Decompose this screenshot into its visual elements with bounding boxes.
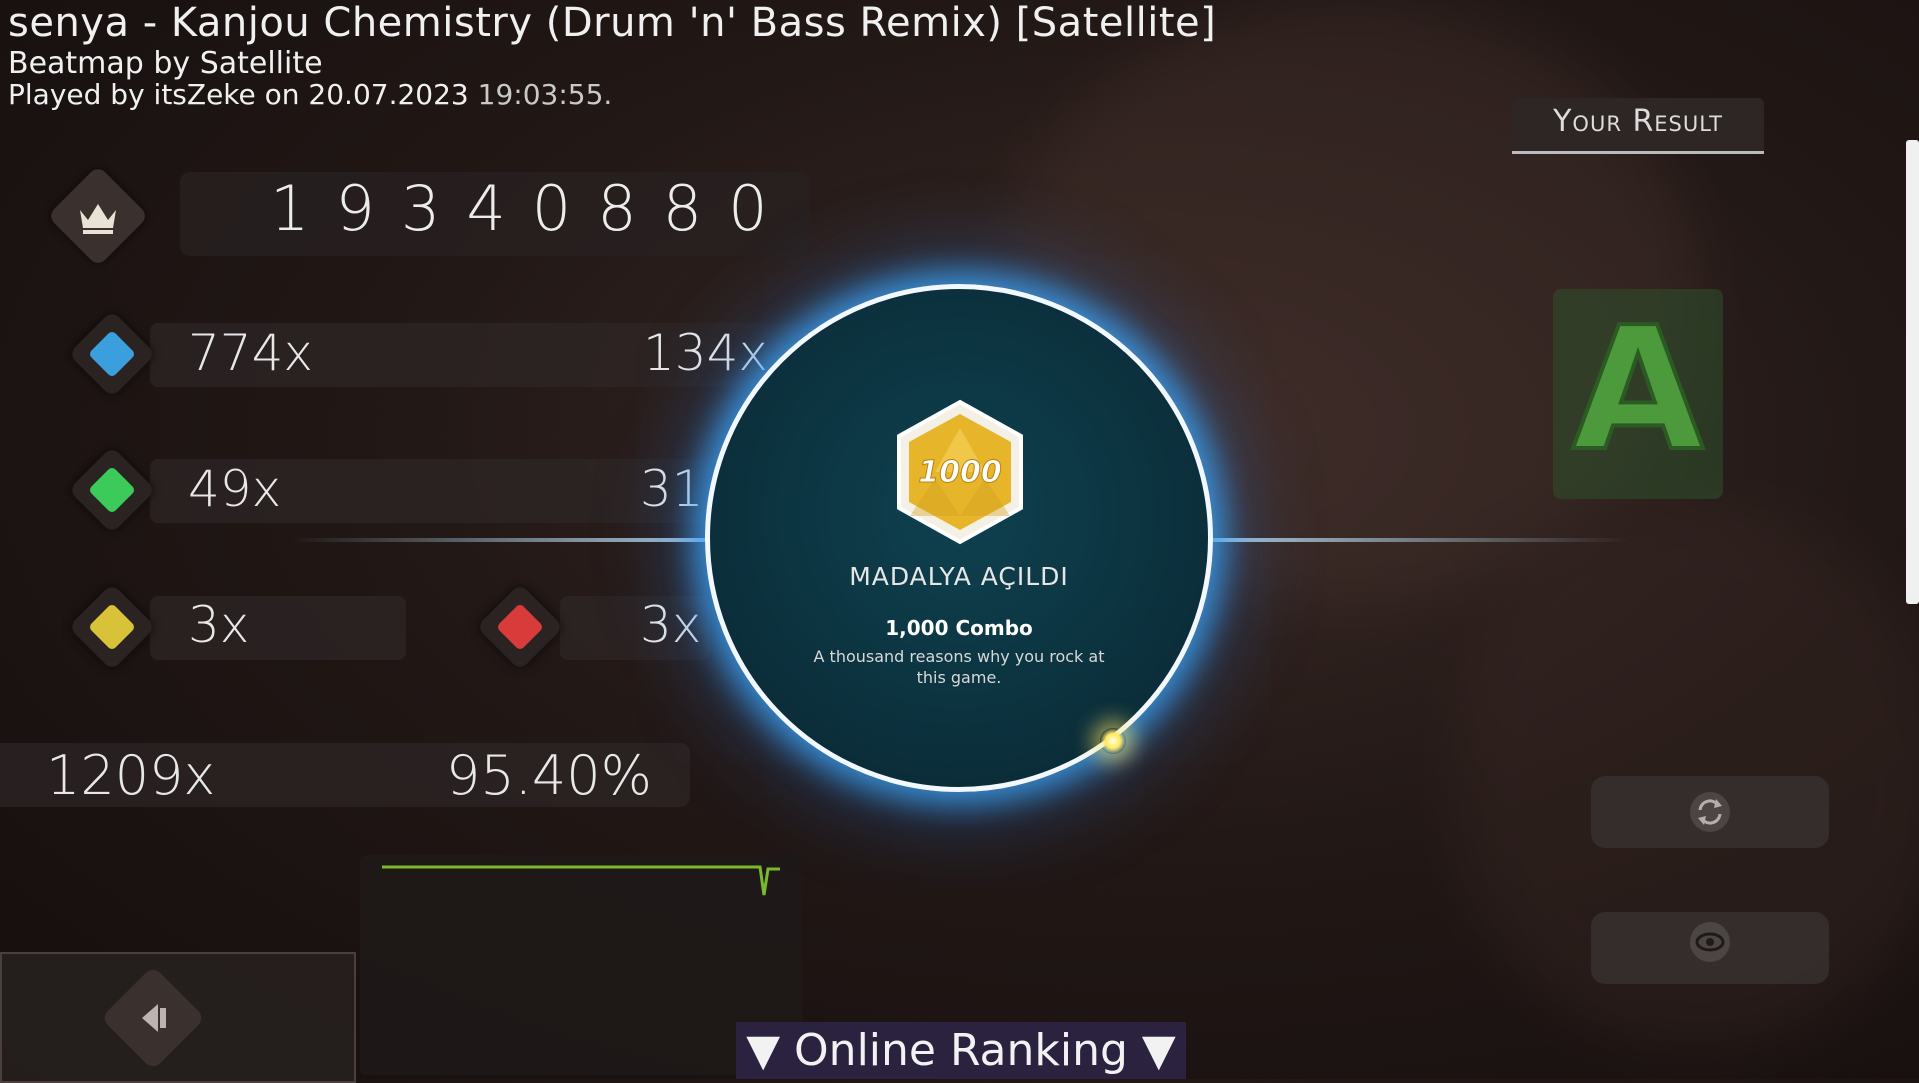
grade-letter: A xyxy=(1570,289,1706,491)
medal-badge-text: 1000 xyxy=(918,455,1002,490)
crown-icon xyxy=(80,204,116,234)
eye-icon[interactable] xyxy=(1688,920,1732,964)
score-value: 19340880 xyxy=(270,172,794,245)
back-arrow-icon[interactable] xyxy=(134,998,174,1038)
good-count: 49x xyxy=(188,460,282,518)
medal-name: 1,000 Combo xyxy=(885,616,1033,640)
medal-description: A thousand reasons why you rock at this … xyxy=(813,647,1105,687)
retry-icon[interactable] xyxy=(1688,790,1732,834)
great-count: 774x xyxy=(188,324,314,382)
beatmap-mapper: Beatmap by Satellite xyxy=(8,46,323,81)
played-time: 19:03:55. xyxy=(477,78,613,111)
medal-icon: 1000 xyxy=(897,399,1023,545)
online-ranking-label: ▼ Online Ranking ▼ xyxy=(746,1025,1176,1076)
max-combo: 1209x xyxy=(46,744,216,807)
accuracy: 95.40% xyxy=(446,744,652,807)
medal-heading: MADALYA AÇILDI xyxy=(849,562,1069,591)
meh-count: 3x xyxy=(188,596,250,654)
your-result-label: Your Result xyxy=(1553,104,1723,139)
played-info: Played by itsZeke on 20.07.2023 19:03:55… xyxy=(8,78,612,111)
scrollbar[interactable] xyxy=(1906,140,1919,604)
geki-count: 134x xyxy=(643,324,769,382)
miss-count: 3x xyxy=(640,596,702,654)
katu-count: 31 xyxy=(640,460,704,518)
beatmap-title: senya - Kanjou Chemistry (Drum 'n' Bass … xyxy=(8,0,1217,46)
played-by-date: Played by itsZeke on 20.07.2023 xyxy=(8,78,469,111)
medal-spark xyxy=(1100,728,1126,754)
